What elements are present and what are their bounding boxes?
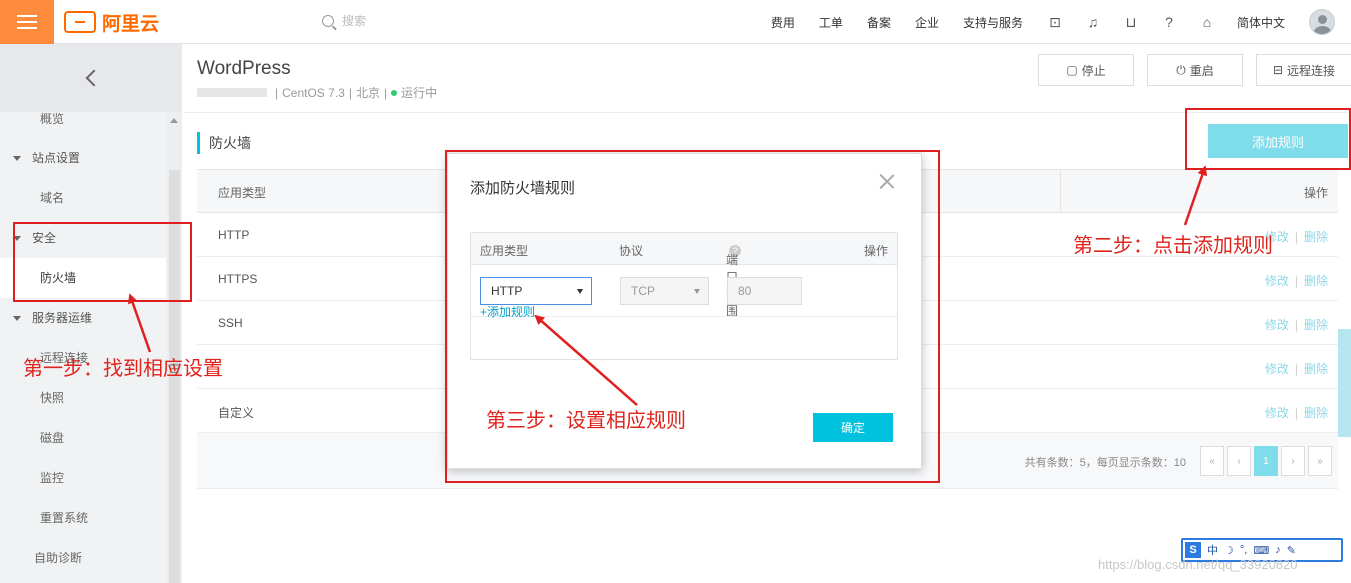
punctuation-icon[interactable]: °, [1240,544,1247,556]
keyboard-icon[interactable]: ⌨ [1253,544,1269,557]
sogou-icon: S [1185,542,1201,558]
annotation-step1: 第一步：找到相应设置 [23,356,223,380]
moon-icon[interactable]: ☽ [1224,544,1234,557]
tools-icon[interactable]: ✎ [1287,544,1296,557]
arrow-step1 [127,293,152,353]
ime-lang[interactable]: 中 [1207,542,1218,558]
arrow-step2 [1183,165,1208,226]
annotation-step3: 第三步：设置相应规则 [486,408,686,432]
annotation-step2: 第二步：点击添加规则 [1073,233,1273,257]
arrow-step3 [534,314,638,406]
annotation-arrows [127,165,1208,406]
voice-icon[interactable]: ♪ [1275,544,1281,556]
watermark: https://blog.csdn.net/qq_33920820 [1098,557,1298,572]
